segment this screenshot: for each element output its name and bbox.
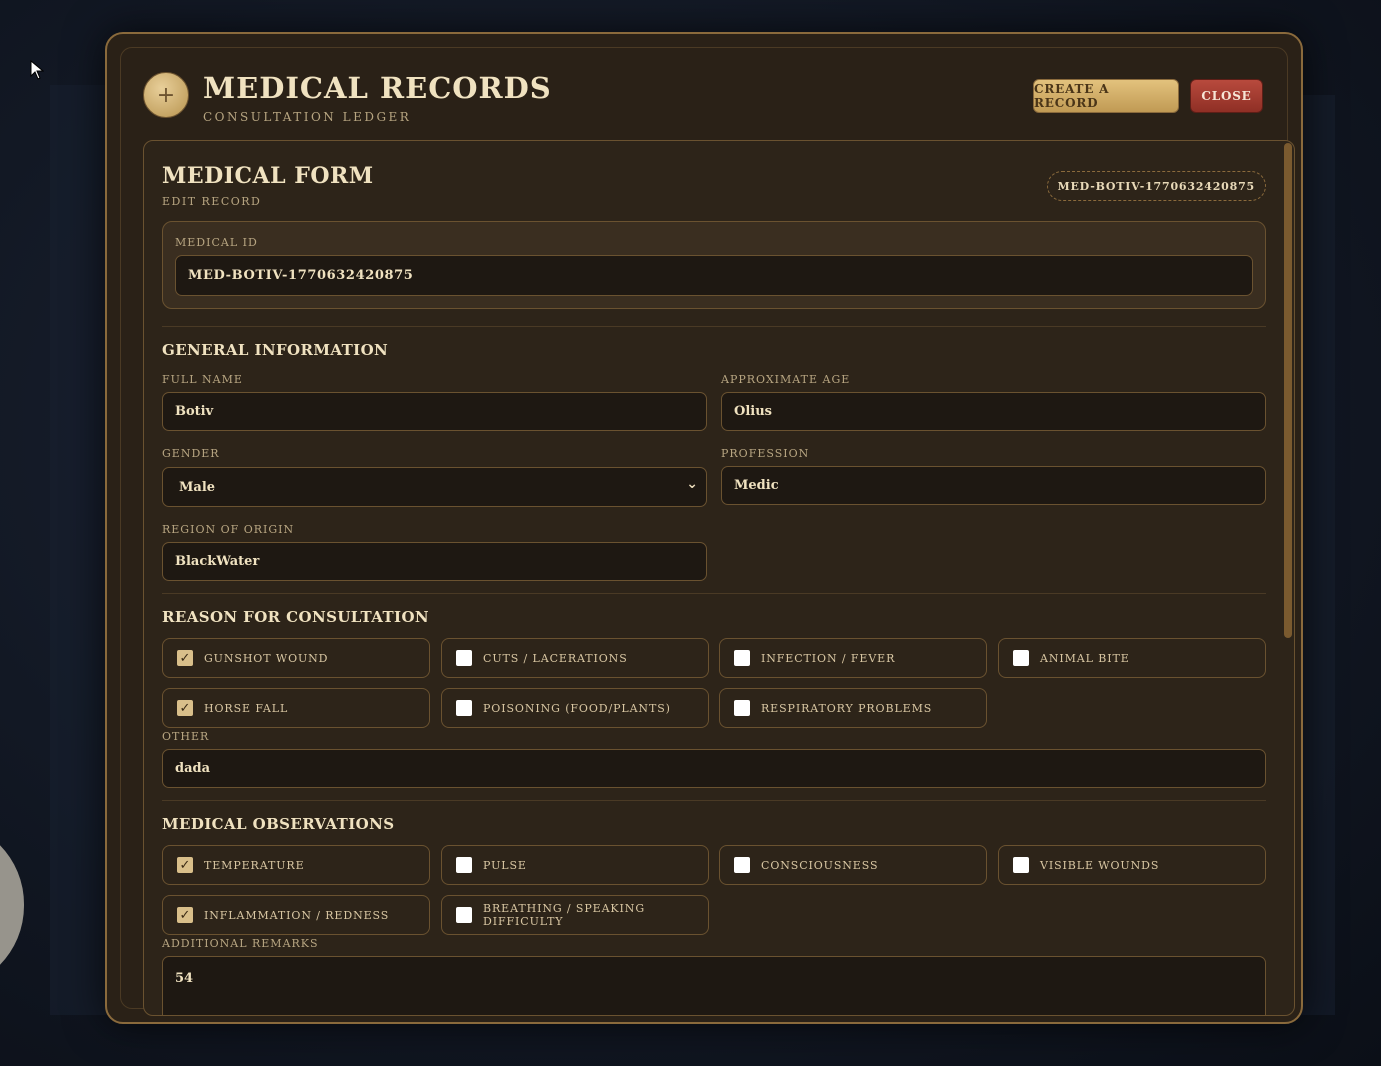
form-subtitle: EDIT RECORD xyxy=(162,195,262,208)
full-name-label: FULL NAME xyxy=(162,373,243,386)
checkbox-label: INFECTION / FEVER xyxy=(761,651,896,665)
consultation-option-checkbox[interactable]: ANIMAL BITE xyxy=(998,638,1266,678)
medical-records-modal: + MEDICAL RECORDS CONSULTATION LEDGER CR… xyxy=(105,32,1303,1024)
modal-header: + MEDICAL RECORDS CONSULTATION LEDGER CR… xyxy=(143,71,1263,142)
age-label: APPROXIMATE AGE xyxy=(721,373,851,386)
checkbox-label: HORSE FALL xyxy=(204,701,289,715)
checkbox-label: ANIMAL BITE xyxy=(1040,651,1130,665)
observation-option-checkbox[interactable]: PULSE xyxy=(441,845,709,885)
checkbox-label: TEMPERATURE xyxy=(204,858,305,872)
divider xyxy=(162,800,1266,801)
checkbox-label: BREATHING / SPEAKING DIFFICULTY xyxy=(483,902,646,928)
gender-select[interactable]: Male xyxy=(162,467,707,507)
observation-option-checkbox[interactable]: TEMPERATURE xyxy=(162,845,430,885)
checkbox-empty-icon[interactable] xyxy=(1013,650,1029,666)
checkbox-checked-icon[interactable] xyxy=(177,700,193,716)
app-title: MEDICAL RECORDS xyxy=(203,71,552,105)
observation-option-checkbox[interactable]: BREATHING / SPEAKING DIFFICULTY xyxy=(441,895,709,935)
consultation-option-checkbox[interactable]: INFECTION / FEVER xyxy=(719,638,987,678)
observation-option-checkbox[interactable]: VISIBLE WOUNDS xyxy=(998,845,1266,885)
full-name-field[interactable]: Botiv xyxy=(162,392,707,431)
consultation-option-checkbox[interactable]: RESPIRATORY PROBLEMS xyxy=(719,688,987,728)
remarks-label: ADDITIONAL REMARKS xyxy=(162,937,319,950)
gender-value: Male xyxy=(179,479,216,495)
checkbox-empty-icon[interactable] xyxy=(456,857,472,873)
medical-id-field[interactable]: MED-BOTIV-1770632420875 xyxy=(175,255,1253,296)
profession-label: PROFESSION xyxy=(721,447,810,460)
general-info-title: GENERAL INFORMATION xyxy=(162,341,389,359)
medical-id-label: MEDICAL ID xyxy=(175,236,258,249)
observation-option-checkbox[interactable]: INFLAMMATION / REDNESS xyxy=(162,895,430,935)
form-title: MEDICAL FORM xyxy=(162,163,374,189)
background-panel-right xyxy=(1300,95,1335,1015)
consultation-title: REASON FOR CONSULTATION xyxy=(162,608,430,626)
background-medallion xyxy=(0,820,24,990)
medical-id-box: MEDICAL ID MED-BOTIV-1770632420875 xyxy=(162,221,1266,309)
form-panel: MEDICAL FORM EDIT RECORD MED-BOTIV-17706… xyxy=(143,140,1295,1016)
checkbox-label: PULSE xyxy=(483,858,527,872)
checkbox-empty-icon[interactable] xyxy=(1013,857,1029,873)
background-panel-left xyxy=(50,85,110,1015)
scrollbar[interactable] xyxy=(1284,143,1292,1013)
checkbox-empty-icon[interactable] xyxy=(456,650,472,666)
checkbox-label: CUTS / LACERATIONS xyxy=(483,651,628,665)
divider xyxy=(162,326,1266,327)
profession-field[interactable]: Medic xyxy=(721,466,1266,505)
close-button[interactable]: CLOSE xyxy=(1190,79,1263,113)
observation-option-checkbox[interactable]: CONSCIOUSNESS xyxy=(719,845,987,885)
plus-icon: + xyxy=(143,72,189,118)
age-field[interactable]: Olius xyxy=(721,392,1266,431)
checkbox-label: POISONING (FOOD/PLANTS) xyxy=(483,701,671,715)
checkbox-empty-icon[interactable] xyxy=(734,650,750,666)
region-label: REGION OF ORIGIN xyxy=(162,523,295,536)
checkbox-empty-icon[interactable] xyxy=(734,700,750,716)
checkbox-label: INFLAMMATION / REDNESS xyxy=(204,908,390,922)
region-field[interactable]: BlackWater xyxy=(162,542,707,581)
remarks-textarea[interactable]: 54 xyxy=(162,956,1266,1015)
checkbox-label: VISIBLE WOUNDS xyxy=(1040,858,1160,872)
modal-frame: + MEDICAL RECORDS CONSULTATION LEDGER CR… xyxy=(120,47,1295,1016)
consultation-option-checkbox[interactable]: CUTS / LACERATIONS xyxy=(441,638,709,678)
checkbox-checked-icon[interactable] xyxy=(177,857,193,873)
create-record-button[interactable]: CREATE A RECORD xyxy=(1033,79,1179,113)
remarks-value: 54 xyxy=(175,971,194,986)
other-field[interactable]: dada xyxy=(162,749,1266,788)
record-id-badge: MED-BOTIV-1770632420875 xyxy=(1046,171,1266,201)
checkbox-label: GUNSHOT WOUND xyxy=(204,651,329,665)
checkbox-empty-icon[interactable] xyxy=(456,700,472,716)
checkbox-checked-icon[interactable] xyxy=(177,907,193,923)
consultation-option-checkbox[interactable]: GUNSHOT WOUND xyxy=(162,638,430,678)
scrollbar-thumb[interactable] xyxy=(1284,143,1292,638)
app-subtitle: CONSULTATION LEDGER xyxy=(203,110,412,124)
observations-title: MEDICAL OBSERVATIONS xyxy=(162,815,395,833)
other-label: OTHER xyxy=(162,730,210,743)
consultation-option-checkbox[interactable]: HORSE FALL xyxy=(162,688,430,728)
checkbox-empty-icon[interactable] xyxy=(734,857,750,873)
checkbox-label: CONSCIOUSNESS xyxy=(761,858,879,872)
checkbox-empty-icon[interactable] xyxy=(456,907,472,923)
consultation-option-checkbox[interactable]: POISONING (FOOD/PLANTS) xyxy=(441,688,709,728)
checkbox-label: RESPIRATORY PROBLEMS xyxy=(761,701,933,715)
checkbox-checked-icon[interactable] xyxy=(177,650,193,666)
gender-label: GENDER xyxy=(162,447,220,460)
divider xyxy=(162,593,1266,594)
